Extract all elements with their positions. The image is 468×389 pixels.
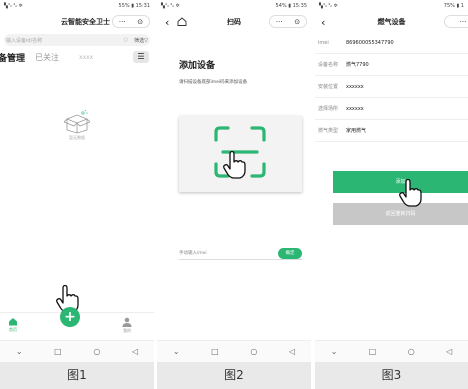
nav-down-icon[interactable]: ⌄: [331, 347, 338, 356]
nav-back-icon[interactable]: ◁: [289, 347, 295, 356]
field-value[interactable]: xxxxxx: [346, 106, 364, 112]
status-battery-time: 55% ▮ 15:31: [118, 3, 150, 9]
form-row-gas-type[interactable]: 燃气类型 家用燃气: [315, 120, 468, 142]
nav-home-icon[interactable]: ○: [93, 347, 100, 356]
mini-program-capsule[interactable]: ···: [444, 15, 468, 28]
figure-caption-3: 图3: [315, 362, 468, 389]
add-device-heading: 添加设备: [179, 61, 216, 71]
imei-placeholder: 手动输入imei: [179, 251, 207, 256]
title-bar: 云智能安全卫士 ··· ⊙: [0, 12, 154, 32]
user-icon: [122, 317, 132, 327]
imei-input[interactable]: 手动输入imei 确定: [179, 248, 302, 260]
nav-home-icon[interactable]: ○: [408, 347, 415, 356]
android-nav-bar: ⌄ □ ○ ◁: [157, 340, 311, 362]
status-signal: ▚⁴ᵢₗ ⁴ᵢₗ ✲: [4, 3, 23, 9]
confirm-button[interactable]: 确定: [278, 248, 302, 259]
add-device-button[interactable]: +: [60, 307, 80, 327]
field-label: 燃气类型: [318, 128, 339, 134]
screen-gas-device: ▚⁴ᵢₗ ⁴ᵢₗ ✲ 75% ▮ 1 ‹ 燃气设备 ··· imei 86960…: [315, 0, 468, 362]
field-value[interactable]: 家用燃气: [346, 127, 366, 134]
title-bar: ‹ 扫码 ··· ⊙: [157, 12, 311, 32]
mini-program-capsule[interactable]: ··· ⊙: [112, 15, 150, 28]
android-nav-bar: ⌄ □ ○ ◁: [0, 340, 154, 362]
pointing-hand-icon: [399, 178, 422, 207]
status-signal: ▚⁴ᵢₗ ⁴ᵢₗ ✲: [161, 3, 180, 9]
scan-area[interactable]: [179, 116, 302, 192]
status-signal: ▚⁴ᵢₗ ⁴ᵢₗ ✲: [319, 3, 338, 9]
page-title: 云智能安全卫士: [61, 18, 110, 26]
status-battery-time: 54% ▮ 15:35: [275, 3, 307, 9]
nav-back-icon[interactable]: ◁: [446, 347, 452, 356]
figure-root: ▚⁴ᵢₗ ⁴ᵢₗ ✲ 55% ▮ 15:31 云智能安全卫士 ··· ⊙ 输入设…: [0, 0, 468, 389]
form-row-install-location[interactable]: 安装位置 xxxxxx: [315, 76, 468, 98]
field-label: imei: [318, 39, 329, 46]
mini-program-capsule[interactable]: ··· ⊙: [269, 15, 307, 28]
nav-back-icon[interactable]: ◁: [132, 347, 138, 356]
plus-icon: +: [64, 309, 76, 325]
search-icon[interactable]: ○: [124, 37, 128, 43]
status-bar: ▚⁴ᵢₗ ⁴ᵢₗ ✲ 55% ▮ 15:31: [0, 0, 154, 12]
field-label: 设备名称: [318, 62, 339, 68]
form-row-venue[interactable]: 选择场所 xxxxxx: [315, 98, 468, 120]
tab-other[interactable]: xxxx: [79, 54, 93, 61]
field-label: 安装位置: [318, 84, 339, 90]
figure-caption-2: 图2: [157, 362, 311, 389]
tab-home-label: 首页: [9, 327, 17, 332]
empty-box-icon: [63, 109, 91, 134]
form-row-imei[interactable]: imei 869600055347790: [315, 32, 468, 54]
bottom-tab-bar: 首页 + 我的: [0, 307, 154, 340]
status-bar: ▚⁴ᵢₗ ⁴ᵢₗ ✲ 75% ▮ 1: [315, 0, 468, 12]
close-target-icon[interactable]: ⊙: [294, 18, 300, 26]
field-value[interactable]: xxxxxx: [346, 84, 364, 90]
field-value[interactable]: 869600055347790: [346, 40, 394, 46]
device-form: imei 869600055347790 设备名称 燃气7790 安装位置 xx…: [315, 32, 468, 142]
empty-state: 暂无数据: [63, 109, 91, 141]
tab-mine[interactable]: 我的: [122, 317, 132, 334]
more-icon[interactable]: ···: [276, 18, 283, 26]
tab-followed[interactable]: 已关注: [35, 52, 59, 63]
menu-button[interactable]: ☰: [133, 51, 149, 63]
status-battery-time: 75% ▮ 1: [443, 3, 464, 9]
form-row-device-name[interactable]: 设备名称 燃气7790: [315, 54, 468, 76]
field-label: 选择场所: [318, 106, 339, 112]
field-value[interactable]: 燃气7790: [346, 61, 369, 68]
tab-device-management[interactable]: 备管理: [0, 51, 25, 64]
nav-down-icon[interactable]: ⌄: [173, 347, 180, 356]
title-bar: ‹ 燃气设备 ···: [315, 12, 468, 32]
figure-caption-1: 图1: [0, 362, 154, 389]
more-icon[interactable]: ···: [119, 18, 126, 26]
nav-home-icon[interactable]: ○: [250, 347, 257, 356]
nav-recent-icon[interactable]: □: [54, 347, 62, 356]
home-icon: [9, 318, 17, 326]
tab-home[interactable]: 首页: [8, 317, 18, 333]
tab-mine-label: 我的: [123, 328, 131, 333]
more-icon[interactable]: ···: [460, 18, 467, 26]
tab-strip: 备管理 已关注 xxxx ☰: [0, 46, 154, 68]
nav-down-icon[interactable]: ⌄: [16, 347, 23, 356]
screen-device-management: ▚⁴ᵢₗ ⁴ᵢₗ ✲ 55% ▮ 15:31 云智能安全卫士 ··· ⊙ 输入设…: [0, 0, 154, 362]
pointing-hand-icon: [223, 150, 246, 179]
nav-recent-icon[interactable]: □: [211, 347, 219, 356]
status-bar: ▚⁴ᵢₗ ⁴ᵢₗ ✲ 54% ▮ 15:35: [157, 0, 311, 12]
search-placeholder: 输入设备id/名称: [6, 37, 43, 44]
filter-button[interactable]: 筛选▽: [134, 37, 148, 44]
scan-instruction: 请扫描设备底部imei码来添加设备: [179, 80, 248, 85]
empty-text: 暂无数据: [69, 135, 85, 140]
screen-scan: ▚⁴ᵢₗ ⁴ᵢₗ ✲ 54% ▮ 15:35 ‹ 扫码 ··· ⊙ 添加设备 请…: [157, 0, 311, 362]
close-target-icon[interactable]: ⊙: [137, 18, 143, 26]
search-input[interactable]: 输入设备id/名称 ○ 筛选▽: [4, 34, 150, 46]
android-nav-bar: ⌄ □ ○ ◁: [315, 340, 468, 362]
nav-recent-icon[interactable]: □: [369, 347, 377, 356]
